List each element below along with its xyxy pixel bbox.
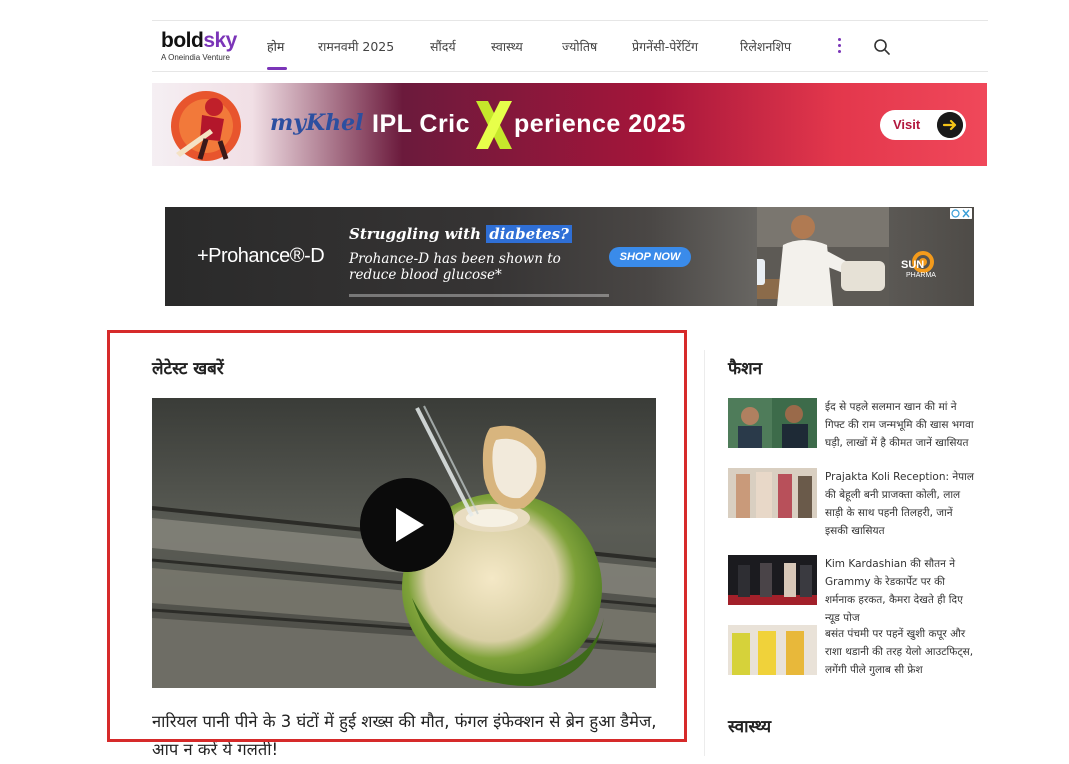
nav-divider <box>152 71 988 72</box>
ad-banner-prohance[interactable]: +Prohance®-D Struggling with diabetes? P… <box>165 207 974 306</box>
nav-active-indicator <box>267 67 287 70</box>
nav-item-health[interactable]: स्वास्थ्य <box>491 38 523 55</box>
top-divider <box>152 20 988 21</box>
nav-item-pregnancy-parenting[interactable]: प्रेगनेंसी-पेरेंटिंग <box>632 38 698 55</box>
x-logo-icon <box>476 101 512 149</box>
article-title: बसंत पंचमी पर पहनें खुशी कपूर और राशा थड… <box>825 628 974 676</box>
ad-headline: Struggling with diabetes? <box>349 225 572 243</box>
site-logo[interactable]: boldsky A Oneindia Venture <box>161 29 237 63</box>
nav-item-astrology[interactable]: ज्योतिष <box>562 38 597 55</box>
visit-button[interactable]: Visit <box>880 110 966 140</box>
logo-tagline: A Oneindia Venture <box>161 53 230 62</box>
play-icon[interactable] <box>360 478 454 572</box>
article-thumbnail <box>728 468 817 518</box>
article-title: Kim Kardashian की सौतन ने Grammy के रेडक… <box>825 558 963 624</box>
article-thumbnail <box>728 555 817 605</box>
visit-label: Visit <box>893 117 921 132</box>
ad-body-text: Prohance-D has been shown to reduce bloo… <box>349 251 561 283</box>
logo-text-bold: bold <box>161 29 204 52</box>
ad-fine-print <box>349 294 609 297</box>
nav-item-relationship[interactable]: रिलेशनशिप <box>740 38 791 55</box>
shop-now-button[interactable]: SHOP NOW <box>609 247 691 267</box>
ad-banner-mykhel[interactable]: myKhel IPL Cric perience 2025 Visit <box>152 83 987 166</box>
nav-item-home[interactable]: होम <box>267 38 284 55</box>
ad-headline-text: Struggling with <box>349 225 482 243</box>
man-portrait-image <box>757 207 889 306</box>
logo-text-sky: sky <box>203 29 237 52</box>
arrow-right-icon <box>937 112 963 138</box>
article-thumbnail <box>728 398 817 448</box>
column-divider <box>704 350 705 756</box>
latest-news-heading: लेटेस्ट खबरें <box>152 359 224 379</box>
ad-title-part2: perience 2025 <box>514 110 686 138</box>
article-thumbnail <box>728 625 817 675</box>
article-title: ईद से पहले सलमान खान की मां ने गिफ्ट की … <box>825 401 974 449</box>
more-vertical-icon[interactable] <box>834 38 844 56</box>
mykhel-logo: myKhel <box>270 110 364 136</box>
ad-headline-highlight: diabetes? <box>486 225 572 243</box>
cricketer-illustration-icon <box>171 91 241 161</box>
adchoices-icon[interactable] <box>950 208 972 219</box>
prohance-logo: +Prohance®-D <box>197 245 325 267</box>
fashion-heading[interactable]: फैशन <box>728 356 762 379</box>
ad-title-part1: IPL Cric <box>372 110 471 138</box>
search-icon[interactable] <box>873 38 891 56</box>
sponsor-name: SUN <box>901 259 925 271</box>
nav-item-beauty[interactable]: सौंदर्य <box>430 38 456 55</box>
sponsor-sub: PHARMA <box>906 272 936 279</box>
article-title: Prajakta Koli Reception: नेपाल की बेहूली… <box>825 471 974 537</box>
nav-item-ramnavami[interactable]: रामनवमी 2025 <box>318 38 394 55</box>
health-heading[interactable]: स्वास्थ्य <box>728 714 771 737</box>
